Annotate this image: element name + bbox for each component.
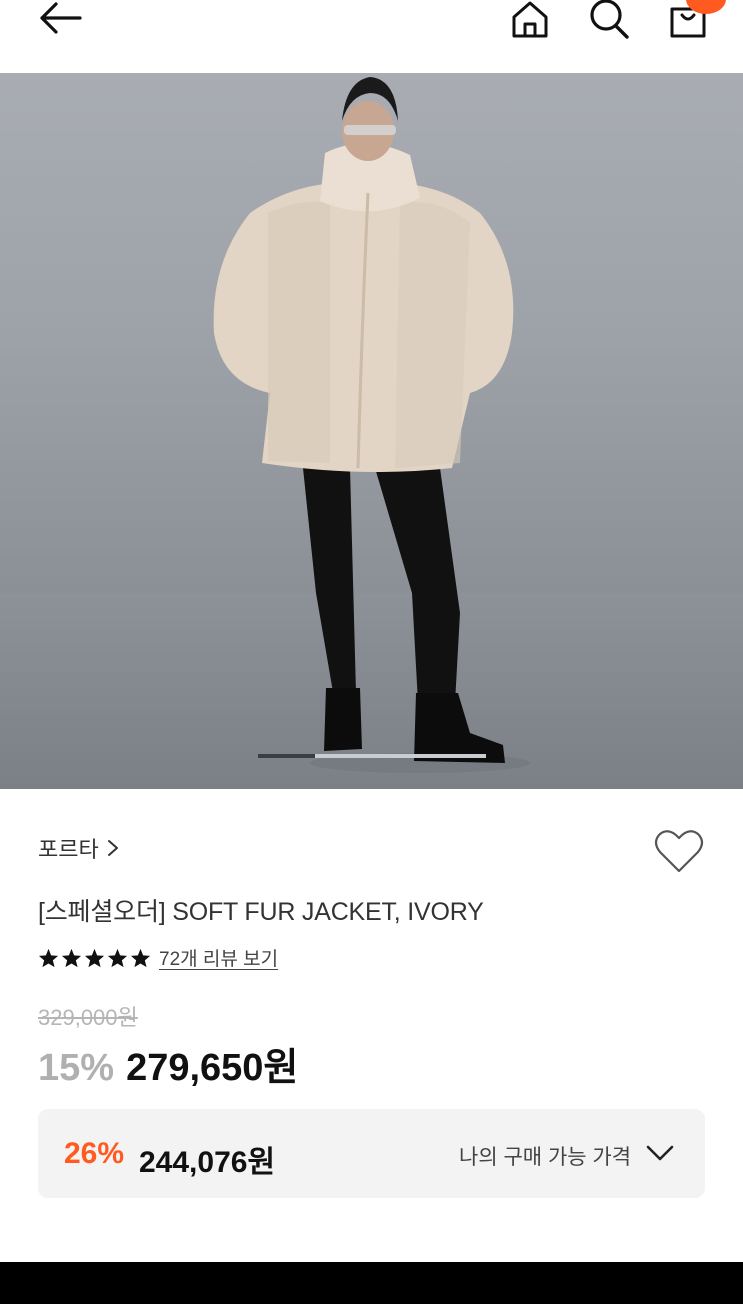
heart-icon bbox=[654, 830, 704, 873]
back-button[interactable] bbox=[34, 0, 86, 36]
home-button[interactable] bbox=[506, 0, 554, 40]
star-icon bbox=[84, 948, 105, 967]
original-price: 329,000원 bbox=[38, 1005, 138, 1030]
carousel-progress-fill bbox=[258, 754, 315, 758]
home-icon bbox=[512, 1, 548, 38]
product-photo bbox=[213, 77, 530, 773]
price-row: 15% 279,650원 bbox=[38, 1036, 298, 1091]
product-title: [스페셜오더] SOFT FUR JACKET, IVORY bbox=[38, 898, 484, 926]
star-icon bbox=[107, 948, 128, 967]
brand-name: 포르타 bbox=[38, 837, 99, 862]
carousel-progress bbox=[258, 754, 486, 758]
star-icon bbox=[38, 948, 59, 967]
chevron-right-icon bbox=[107, 840, 118, 856]
product-image-carousel[interactable] bbox=[0, 73, 743, 789]
wishlist-button[interactable] bbox=[654, 829, 704, 875]
search-icon bbox=[590, 0, 629, 39]
sale-price: 279,650원 bbox=[126, 1047, 299, 1089]
brand-link[interactable]: 포르타 bbox=[38, 832, 119, 864]
star-icon bbox=[130, 948, 151, 967]
my-price: 244,076원 bbox=[139, 1146, 276, 1179]
search-button[interactable] bbox=[585, 0, 633, 40]
bottom-bar bbox=[0, 1262, 743, 1304]
top-bar bbox=[0, 0, 743, 73]
my-price-box[interactable]: 26% 244,076원 나의 구매 가능 가격 bbox=[38, 1109, 705, 1198]
star-icon bbox=[61, 948, 82, 967]
arrow-left-icon bbox=[40, 2, 82, 34]
review-link[interactable]: 72개 리뷰 보기 bbox=[159, 944, 278, 971]
discount-rate: 15% bbox=[38, 1047, 115, 1089]
rating-row: 72개 리뷰 보기 bbox=[38, 944, 278, 971]
my-discount-rate: 26% bbox=[64, 1137, 125, 1170]
rating-stars bbox=[38, 948, 151, 968]
my-price-label: 나의 구매 가능 가격 bbox=[459, 1146, 632, 1169]
chevron-down-icon bbox=[646, 1145, 674, 1161]
